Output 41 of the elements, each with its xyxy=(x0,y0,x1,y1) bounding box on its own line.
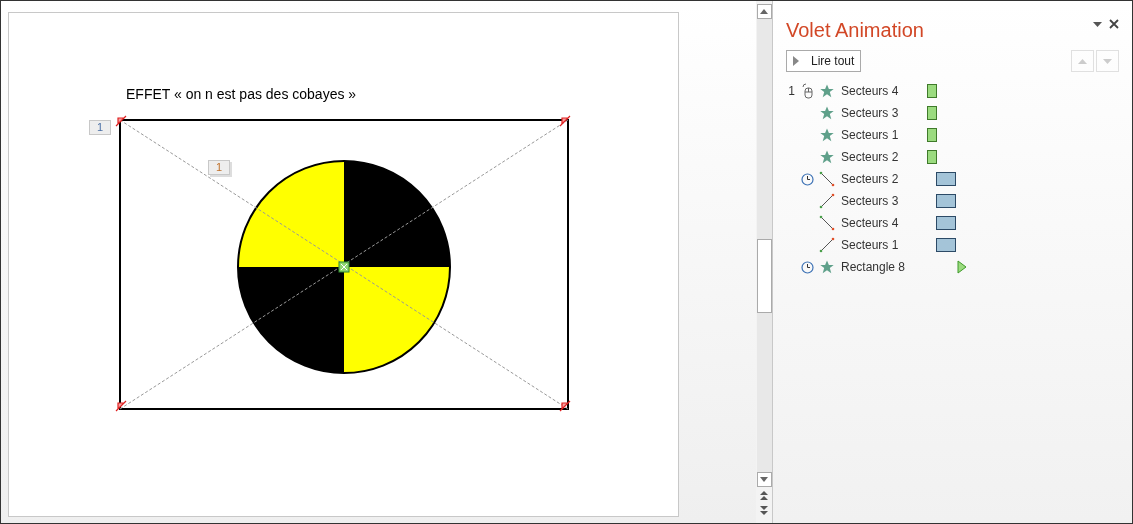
path-endpoint-icon xyxy=(558,399,572,413)
animation-item[interactable]: Secteurs 2 xyxy=(786,168,1119,190)
down-arrow-icon xyxy=(760,477,768,482)
step-number: 1 xyxy=(788,84,795,98)
motion-center-icon xyxy=(338,261,350,273)
scroll-down-button[interactable] xyxy=(756,472,772,487)
animation-badge: 1 xyxy=(208,160,230,175)
play-icon xyxy=(793,56,799,66)
effect-name: Secteurs 1 xyxy=(841,237,900,254)
path-endpoint-icon xyxy=(114,114,128,128)
scroll-thumb[interactable] xyxy=(756,239,772,313)
previous-slide-icon[interactable] xyxy=(760,491,768,500)
up-arrow-icon xyxy=(1078,58,1087,64)
pane-title: Volet Animation xyxy=(786,18,924,43)
effect-name: Secteurs 1 xyxy=(841,127,900,144)
effect-name: Secteurs 2 xyxy=(841,171,900,188)
animation-badge: 1 xyxy=(89,120,111,135)
effect-name: Secteurs 3 xyxy=(841,193,900,210)
animation-item[interactable]: Secteurs 1 xyxy=(786,124,1119,146)
animation-item[interactable]: Secteurs 1 xyxy=(786,234,1119,256)
scroll-up-button[interactable] xyxy=(756,4,772,19)
dropdown-icon[interactable] xyxy=(1093,21,1102,27)
effect-name: Secteurs 4 xyxy=(841,215,900,232)
play-all-button[interactable]: Lire tout xyxy=(786,50,862,72)
slide-title: EFFET « on n est pas des cobayes » xyxy=(126,85,357,104)
effect-name: Secteurs 4 xyxy=(841,83,900,100)
path-endpoint-icon xyxy=(114,399,128,413)
animation-item[interactable]: Rectangle 8 xyxy=(786,256,1119,278)
path-endpoint-icon xyxy=(558,114,572,128)
up-arrow-icon xyxy=(760,9,768,14)
animation-item[interactable]: Secteurs 3 xyxy=(786,190,1119,212)
effect-name: Secteurs 3 xyxy=(841,105,900,122)
effect-name: Rectangle 8 xyxy=(841,259,907,276)
down-arrow-icon xyxy=(1103,58,1112,64)
next-slide-icon[interactable] xyxy=(760,506,768,515)
close-icon[interactable] xyxy=(1109,19,1119,29)
effect-name: Secteurs 2 xyxy=(841,149,900,166)
animation-item[interactable]: 1 Secteurs 4 xyxy=(786,80,1119,102)
animation-item[interactable]: Secteurs 3 xyxy=(786,102,1119,124)
animation-item[interactable]: Secteurs 2 xyxy=(786,146,1119,168)
animation-item[interactable]: Secteurs 4 xyxy=(786,212,1119,234)
